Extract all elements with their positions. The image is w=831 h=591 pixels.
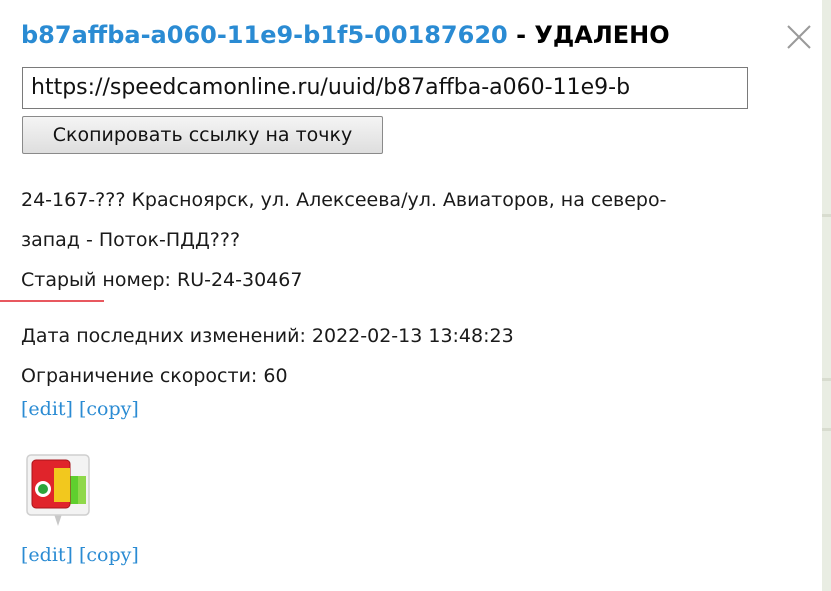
edit-link[interactable]: [edit] <box>21 398 73 420</box>
close-button[interactable] <box>784 22 814 52</box>
copy-link[interactable]: [copy] <box>79 398 139 420</box>
description-line: запад - Поток-ПДД??? <box>21 229 241 251</box>
edit-link[interactable]: [edit] <box>21 544 73 566</box>
popup-title: b87affba-a060-11e9-b1f5-00187620 - УДАЛЕ… <box>21 18 670 52</box>
description-line: 24-167-??? Красноярск, ул. Алексеева/ул.… <box>21 189 667 211</box>
uuid-link[interactable]: b87affba-a060-11e9-b1f5-00187620 <box>21 21 508 49</box>
copy-link[interactable]: [copy] <box>79 544 139 566</box>
point-url-field[interactable]: https://speedcamonline.ru/uuid/b87affba-… <box>22 67 748 109</box>
close-icon <box>787 25 811 49</box>
copy-link-button[interactable]: Скопировать ссылку на точку <box>22 116 383 154</box>
point-description: 24-167-??? Красноярск, ул. Алексеева/ул.… <box>21 180 811 300</box>
old-number: Старый номер: RU-24-30467 <box>21 269 303 291</box>
traffic-light-camera-icon <box>26 454 90 530</box>
map-road <box>822 428 831 431</box>
map-background-strip <box>822 0 831 591</box>
section-divider <box>0 300 104 302</box>
deleted-status: - УДАЛЕНО <box>516 21 670 49</box>
map-road <box>822 214 831 217</box>
action-links-bottom: [edit] [copy] <box>21 544 139 566</box>
map-road <box>822 378 831 381</box>
last-modified: Дата последних изменений: 2022-02-13 13:… <box>21 325 514 347</box>
action-links-top: [edit] [copy] <box>21 398 139 420</box>
speed-limit: Ограничение скорости: 60 <box>21 365 288 387</box>
point-meta: Дата последних изменений: 2022-02-13 13:… <box>21 316 514 396</box>
